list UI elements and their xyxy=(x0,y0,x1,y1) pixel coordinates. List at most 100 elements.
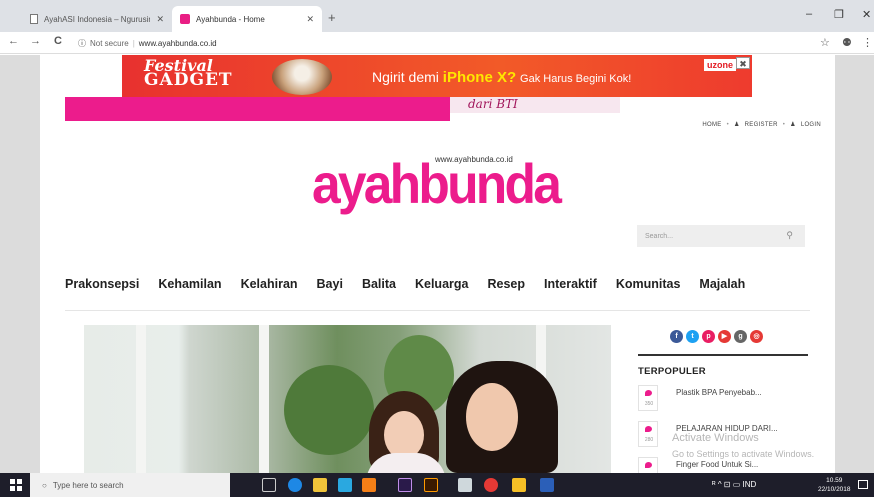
search-icon[interactable]: ⚲ xyxy=(786,230,793,241)
taskbar-clock[interactable]: 10.59 22/10/2018 xyxy=(818,476,851,494)
ayahbunda-favicon-icon xyxy=(180,14,190,24)
tab-ayahbunda-home[interactable]: Ayahbunda - Home ✕ xyxy=(172,6,322,32)
extension-icon[interactable]: ⚉ xyxy=(842,36,852,49)
search-icon: ○ xyxy=(42,480,47,490)
ad-headline: Ngirit demi iPhone X? Gak Harus Begini K… xyxy=(372,69,632,86)
googleplus-icon[interactable]: g xyxy=(734,330,747,343)
login-link[interactable]: LOGIN xyxy=(801,122,821,128)
user-icon: ♟ xyxy=(733,122,740,128)
forward-button[interactable]: → xyxy=(30,35,41,47)
tree xyxy=(284,365,374,455)
web-page: dari BTI HOME • ♟ REGISTER • ♟ LOGIN aya… xyxy=(0,55,874,473)
nav-separator: • xyxy=(782,121,786,128)
window-frame xyxy=(136,325,146,473)
tab-ayahasi[interactable]: AyahASI Indonesia – Ngurusinya ✕ xyxy=(22,6,172,32)
ad-gadget-text: GADGET xyxy=(144,70,233,90)
ad-festival-logo: Festival GADGET xyxy=(144,58,233,90)
search-input[interactable]: Search... ⚲ xyxy=(637,225,805,247)
page-icon xyxy=(30,14,38,24)
register-link[interactable]: REGISTER xyxy=(745,122,778,128)
notification-icon[interactable] xyxy=(858,480,868,489)
ad-food-image xyxy=(272,59,332,95)
word-icon[interactable] xyxy=(540,478,554,492)
new-tab-button[interactable]: + xyxy=(328,10,336,25)
ad-headline-brand: iPhone X? xyxy=(442,69,517,86)
instagram-icon[interactable]: ◎ xyxy=(750,330,763,343)
clock-time: 10.59 xyxy=(826,477,843,484)
ad-close-button[interactable]: ✖ xyxy=(736,57,750,69)
main-navigation: Prakonsepsi Kehamilan Kelahiran Bayi Bal… xyxy=(65,277,745,291)
sidebar-divider xyxy=(638,354,808,356)
edge-icon[interactable] xyxy=(288,478,302,492)
watermark-line2: Go to Settings to activate Windows. xyxy=(672,449,815,459)
close-window-button[interactable]: ✕ xyxy=(862,8,871,21)
activate-windows-watermark: Activate Windows Go to Settings to activ… xyxy=(672,430,814,462)
social-icons: f t p ▶ g ◎ xyxy=(670,330,763,343)
popular-item-title[interactable]: Plastik BPA Penyebab... xyxy=(676,388,762,397)
nav-item-majalah[interactable]: Majalah xyxy=(699,277,745,291)
store-icon[interactable] xyxy=(338,478,352,492)
taskbar-search-placeholder: Type here to search xyxy=(52,480,124,490)
nav-item-kehamilan[interactable]: Kehamilan xyxy=(158,277,221,291)
illustrator-icon[interactable] xyxy=(424,478,438,492)
ad-headline-suffix: Gak Harus Begini Kok! xyxy=(520,73,632,85)
logo-url-text: www.ayahbunda.co.id xyxy=(435,155,513,164)
separator: | xyxy=(132,38,135,48)
mother-face xyxy=(466,383,518,451)
shopping-bag-icon[interactable] xyxy=(512,478,526,492)
home-link[interactable]: HOME xyxy=(702,122,721,128)
reload-button[interactable]: C xyxy=(54,35,62,47)
close-tab-icon[interactable]: ✕ xyxy=(306,14,314,25)
hero-image[interactable] xyxy=(84,325,611,473)
popular-item[interactable]: 350 Plastik BPA Penyebab... xyxy=(638,385,808,415)
system-tray[interactable]: ᴿ ^ ⊡ ▭ IND xyxy=(712,480,756,489)
windows-taskbar: ○ Type here to search ᴿ ^ ⊡ ▭ IND 10.59 … xyxy=(0,473,874,497)
promo-text: dari BTI xyxy=(468,97,518,111)
nav-item-prakonsepsi[interactable]: Prakonsepsi xyxy=(65,277,139,291)
browser-tab-strip: AyahASI Indonesia – Ngurusinya ✕ Ayahbun… xyxy=(0,0,874,32)
chrome-icon[interactable] xyxy=(484,478,498,492)
twitter-icon[interactable]: t xyxy=(686,330,699,343)
bookmark-star-icon[interactable]: ☆ xyxy=(820,36,830,49)
ad-banner[interactable]: Festival GADGET Ngirit demi iPhone X? Ga… xyxy=(122,55,752,97)
nav-item-kelahiran[interactable]: Kelahiran xyxy=(241,277,298,291)
nav-item-keluarga[interactable]: Keluarga xyxy=(415,277,469,291)
tab-title: AyahASI Indonesia – Ngurusinya xyxy=(44,14,151,24)
app-icon[interactable] xyxy=(458,478,472,492)
taskbar-search-input[interactable]: ○ Type here to search xyxy=(30,473,230,497)
pinterest-icon[interactable]: p xyxy=(702,330,715,343)
restore-button[interactable]: ❐ xyxy=(834,8,844,21)
youtube-icon[interactable]: ▶ xyxy=(718,330,731,343)
clock-date: 22/10/2018 xyxy=(818,486,851,493)
ad-sponsor-logo: uzone xyxy=(704,59,736,71)
close-tab-icon[interactable]: ✕ xyxy=(156,14,164,25)
pink-banner xyxy=(65,97,450,121)
url-input[interactable]: ⓘ Not secure | www.ayahbunda.co.id xyxy=(78,34,798,52)
nav-item-interaktif[interactable]: Interaktif xyxy=(544,277,597,291)
security-label: Not secure xyxy=(90,38,129,48)
info-icon[interactable]: ⓘ xyxy=(78,38,86,49)
address-bar: ← → C ⓘ Not secure | www.ayahbunda.co.id… xyxy=(0,32,874,54)
user-icon: ♟ xyxy=(790,122,796,128)
task-view-icon[interactable] xyxy=(262,478,276,492)
top-user-nav: HOME • ♟ REGISTER • ♟ LOGIN xyxy=(702,121,821,129)
file-explorer-icon[interactable] xyxy=(313,478,327,492)
premiere-icon[interactable] xyxy=(398,478,412,492)
tab-title: Ayahbunda - Home xyxy=(196,14,265,24)
watermark-line1: Activate Windows xyxy=(672,432,759,444)
url-text: www.ayahbunda.co.id xyxy=(138,38,217,48)
app-icon[interactable] xyxy=(362,478,376,492)
nav-separator: • xyxy=(726,121,729,128)
facebook-icon[interactable]: f xyxy=(670,330,683,343)
browser-menu-icon[interactable]: ⋮ xyxy=(862,36,873,49)
back-button[interactable]: ← xyxy=(8,35,19,47)
nav-item-resep[interactable]: Resep xyxy=(487,277,525,291)
nav-item-balita[interactable]: Balita xyxy=(362,277,396,291)
nav-divider xyxy=(65,310,810,311)
nav-item-bayi[interactable]: Bayi xyxy=(317,277,343,291)
minimize-button[interactable]: – xyxy=(806,8,812,20)
start-button[interactable] xyxy=(10,479,22,491)
promo-banner[interactable]: dari BTI xyxy=(450,97,620,113)
comment-count-icon xyxy=(638,457,658,473)
nav-item-komunitas[interactable]: Komunitas xyxy=(616,277,681,291)
